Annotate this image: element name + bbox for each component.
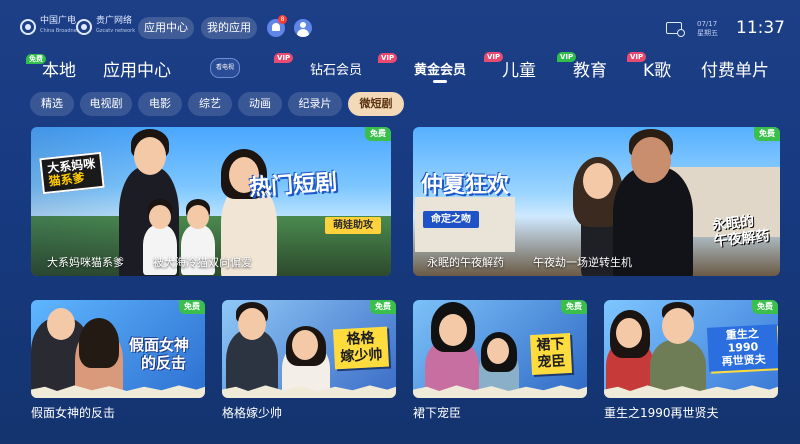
nav-item-karaoke[interactable]: VIP K歌 bbox=[627, 52, 672, 81]
featured-card-1[interactable]: 大系妈咪 猫系爹 热门短剧 萌娃助攻 免费 大系妈咪猫系爹 被大海冷猫双向偏爱 bbox=[31, 127, 391, 276]
nav-label: 儿童 bbox=[502, 61, 536, 81]
poster-art-title: 裙下 宠臣 bbox=[529, 332, 573, 375]
my-apps-button[interactable]: 我的应用 bbox=[201, 17, 257, 39]
logo1-sub: China Broadnet bbox=[40, 28, 79, 34]
subtab-tv-series[interactable]: 电视剧 bbox=[80, 92, 132, 116]
drama-card-4[interactable]: 重生之1990 再世贤夫 免费 bbox=[604, 300, 778, 398]
nav-label: 付费单片 bbox=[701, 61, 769, 81]
drama-card-3-title: 裙下宠臣 bbox=[413, 406, 462, 420]
art-title-line: 嫁少帅 bbox=[340, 346, 383, 365]
nav-item-paid-single[interactable]: 付费单片 bbox=[701, 56, 769, 81]
subtab-featured[interactable]: 精选 bbox=[30, 92, 74, 116]
nav-item-kids[interactable]: VIP 儿童 bbox=[484, 52, 536, 81]
drama-card-1[interactable]: 假面女神 的反击 免费 bbox=[31, 300, 205, 398]
free-badge: 免费 bbox=[365, 127, 391, 141]
free-badge: 免费 bbox=[754, 127, 780, 141]
nav-label: 应用中心 bbox=[103, 61, 171, 81]
free-badge: 免费 bbox=[179, 300, 205, 314]
broadnet-logo-icon bbox=[20, 18, 36, 35]
poster-art-title: 永眠的 午夜解药 bbox=[711, 212, 770, 250]
nav-label: 黄金会员 bbox=[414, 63, 467, 78]
china-broadnet-logo: 中国广电 China Broadnet bbox=[20, 17, 79, 36]
subtab-micro-drama[interactable]: 微短剧 bbox=[348, 92, 404, 116]
message-count-badge: 8 bbox=[278, 15, 287, 24]
vip-tag: VIP bbox=[378, 53, 398, 63]
banner-tag: 萌娃助攻 bbox=[325, 217, 381, 234]
logo2-sub: Gzcatv network bbox=[96, 28, 136, 34]
nav-label: 钻石会员 bbox=[310, 63, 363, 78]
subtab-variety[interactable]: 综艺 bbox=[188, 92, 232, 116]
art-title-line: 再世贤夫 bbox=[721, 353, 766, 369]
art-title-line: 的反击 bbox=[141, 354, 187, 372]
nav-item-local[interactable]: 免费 本地 bbox=[26, 54, 76, 81]
art-title-line: 假面女神 bbox=[129, 336, 190, 354]
art-title-line: 宠臣 bbox=[537, 353, 566, 371]
nav-item-diamond-vip[interactable]: VIP 钻石会员 bbox=[274, 53, 363, 78]
top-bar: 中国广电 China Broadnet 贵广网络 Gzcatv network … bbox=[0, 0, 800, 52]
logo1-text: 中国广电 bbox=[40, 16, 77, 26]
poster-art-title: 格格 嫁少帅 bbox=[333, 326, 389, 369]
drama-card-3[interactable]: 裙下 宠臣 免费 bbox=[413, 300, 587, 398]
nav-label: K歌 bbox=[643, 61, 672, 81]
subtab-movies[interactable]: 电影 bbox=[138, 92, 182, 116]
vip-tag: VIP bbox=[274, 53, 294, 63]
logo2-text: 贵广网络 bbox=[96, 16, 133, 26]
nav-label: 本地 bbox=[42, 61, 76, 81]
vip-tag: VIP bbox=[557, 52, 577, 62]
sub-tabs: 精选 电视剧 电影 综艺 动画 纪录片 微短剧 bbox=[0, 90, 800, 118]
poster-sticker: 大系妈咪 猫系爹 bbox=[39, 151, 105, 195]
art-title-line: 格格 bbox=[346, 330, 375, 348]
tv-channel-logo[interactable]: 看电视 bbox=[210, 58, 240, 78]
sticker-line: 猫系爹 bbox=[48, 170, 86, 189]
gzcatv-logo-icon bbox=[76, 18, 92, 35]
weekday-line: 星期五 bbox=[697, 29, 718, 37]
poster-art-title: 假面女神 的反击 bbox=[129, 336, 189, 372]
free-badge: 免费 bbox=[561, 300, 587, 314]
nav-label: 教育 bbox=[573, 61, 607, 81]
banner-tag: 命定之吻 bbox=[423, 211, 479, 228]
featured-card-2[interactable]: 仲夏狂欢 命定之吻 永眠的 午夜解药 免费 永眠的午夜解药 午夜劫一场逆转生机 bbox=[413, 127, 780, 276]
free-badge: 免费 bbox=[370, 300, 396, 314]
drama-card-2-title: 格格嫁少帅 bbox=[222, 406, 283, 420]
nav-item-gold-vip[interactable]: VIP 黄金会员 bbox=[378, 53, 467, 83]
drama-card-2[interactable]: 格格 嫁少帅 免费 bbox=[222, 300, 396, 398]
date-line: 07/17 bbox=[697, 20, 718, 28]
poster-art-title: 重生之1990 再世贤夫 bbox=[706, 324, 778, 372]
art-title-line: 裙下 bbox=[536, 336, 565, 354]
app-center-button[interactable]: 应用中心 bbox=[138, 17, 194, 39]
nav-item-education[interactable]: VIP 教育 bbox=[557, 52, 607, 81]
date-display: 07/17 星期五 bbox=[697, 20, 718, 38]
drama-card-4-title: 重生之1990再世贤夫 bbox=[604, 406, 719, 420]
art-title-line: 重生之1990 bbox=[725, 327, 760, 355]
user-avatar-icon[interactable] bbox=[294, 19, 312, 37]
banner-title: 热门短剧 bbox=[248, 168, 338, 202]
drama-card-1-title: 假面女神的反击 bbox=[31, 406, 116, 420]
gzcatv-logo: 贵广网络 Gzcatv network bbox=[76, 17, 135, 36]
vip-tag: VIP bbox=[484, 52, 504, 62]
free-badge: 免费 bbox=[752, 300, 778, 314]
subtab-documentary[interactable]: 纪录片 bbox=[288, 92, 342, 116]
banner-title: 仲夏狂欢 bbox=[421, 172, 510, 198]
featured-caption-left: 大系妈咪猫系爹 bbox=[47, 256, 124, 269]
free-tag: 免费 bbox=[26, 54, 46, 64]
clock: 11:37 bbox=[736, 18, 785, 38]
subtab-animation[interactable]: 动画 bbox=[238, 92, 282, 116]
vip-tag: VIP bbox=[627, 52, 647, 62]
featured-caption-right: 午夜劫一场逆转生机 bbox=[533, 256, 632, 269]
cast-screen-icon[interactable] bbox=[666, 22, 685, 37]
nav-item-app-center[interactable]: 应用中心 bbox=[103, 56, 171, 81]
main-nav: 免费 本地 应用中心 VIP 钻石会员 VIP 黄金会员 VIP 儿童 VIP … bbox=[0, 52, 800, 86]
featured-caption-right: 被大海冷猫双向偏爱 bbox=[153, 256, 252, 269]
featured-caption-left: 永眠的午夜解药 bbox=[427, 256, 504, 269]
